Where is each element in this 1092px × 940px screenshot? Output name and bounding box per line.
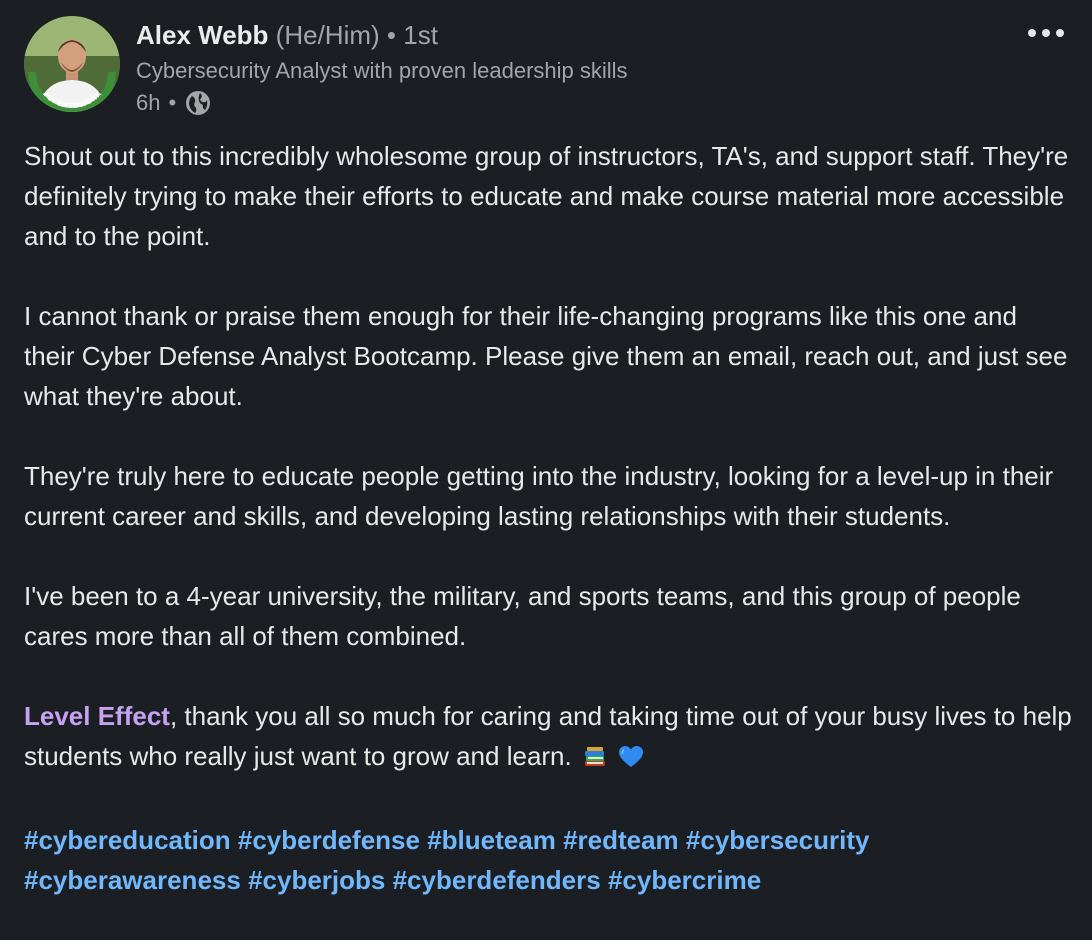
- dot: [1042, 29, 1050, 37]
- author-line: Alex Webb (He/Him) • 1st: [136, 20, 438, 51]
- more-options-icon[interactable]: [1022, 18, 1070, 48]
- feed-post: #OPENTOWORK Alex Webb (He/Him) • 1st Cyb…: [0, 0, 1092, 940]
- mention-text: , thank you all so much for caring and t…: [24, 701, 1072, 771]
- separator-dot: •: [386, 20, 397, 50]
- author-pronouns: (He/Him): [275, 20, 380, 50]
- dot: [1028, 29, 1036, 37]
- blue-heart-emoji: [618, 740, 644, 780]
- post-paragraph: I've been to a 4-year university, the mi…: [24, 581, 1021, 651]
- separator-dot: •: [168, 90, 177, 115]
- post-body: Shout out to this incredibly wholesome g…: [24, 136, 1074, 940]
- hashtag-link[interactable]: #cyberawareness: [24, 865, 241, 895]
- hashtag-link[interactable]: #cybercrime: [608, 865, 761, 895]
- post-meta: 6h •: [136, 89, 212, 117]
- hashtag-link[interactable]: #cybereducation: [24, 825, 231, 855]
- avatar[interactable]: #OPENTOWORK: [24, 16, 120, 112]
- company-mention-link[interactable]: Level Effect: [24, 701, 170, 731]
- hashtag-link[interactable]: #redteam: [563, 825, 679, 855]
- post-paragraph: Shout out to this incredibly wholesome g…: [24, 141, 1069, 251]
- globe-icon: [184, 89, 212, 117]
- hashtag-link[interactable]: #cybersecurity: [686, 825, 870, 855]
- hashtag-link[interactable]: #cyberdefenders: [393, 865, 601, 895]
- post-paragraph: They're truly here to educate people get…: [24, 461, 1054, 531]
- author-name[interactable]: Alex Webb: [136, 20, 268, 50]
- dot: [1056, 29, 1064, 37]
- post-paragraph-mention: Level Effect, thank you all so much for …: [24, 696, 1074, 780]
- connection-degree: 1st: [403, 20, 438, 50]
- hashtag-list: #cybereducation #cyberdefense #blueteam …: [24, 820, 1074, 900]
- avatar-photo: #OPENTOWORK: [24, 16, 120, 112]
- hashtag-link[interactable]: #blueteam: [427, 825, 556, 855]
- post-time: 6h: [136, 90, 161, 115]
- hashtag-link[interactable]: #cyberdefense: [238, 825, 420, 855]
- hashtag-link[interactable]: #cyberjobs: [248, 865, 385, 895]
- books-emoji: [583, 740, 607, 780]
- post-paragraph: I cannot thank or praise them enough for…: [24, 301, 1068, 411]
- author-headline: Cybersecurity Analyst with proven leader…: [136, 58, 628, 83]
